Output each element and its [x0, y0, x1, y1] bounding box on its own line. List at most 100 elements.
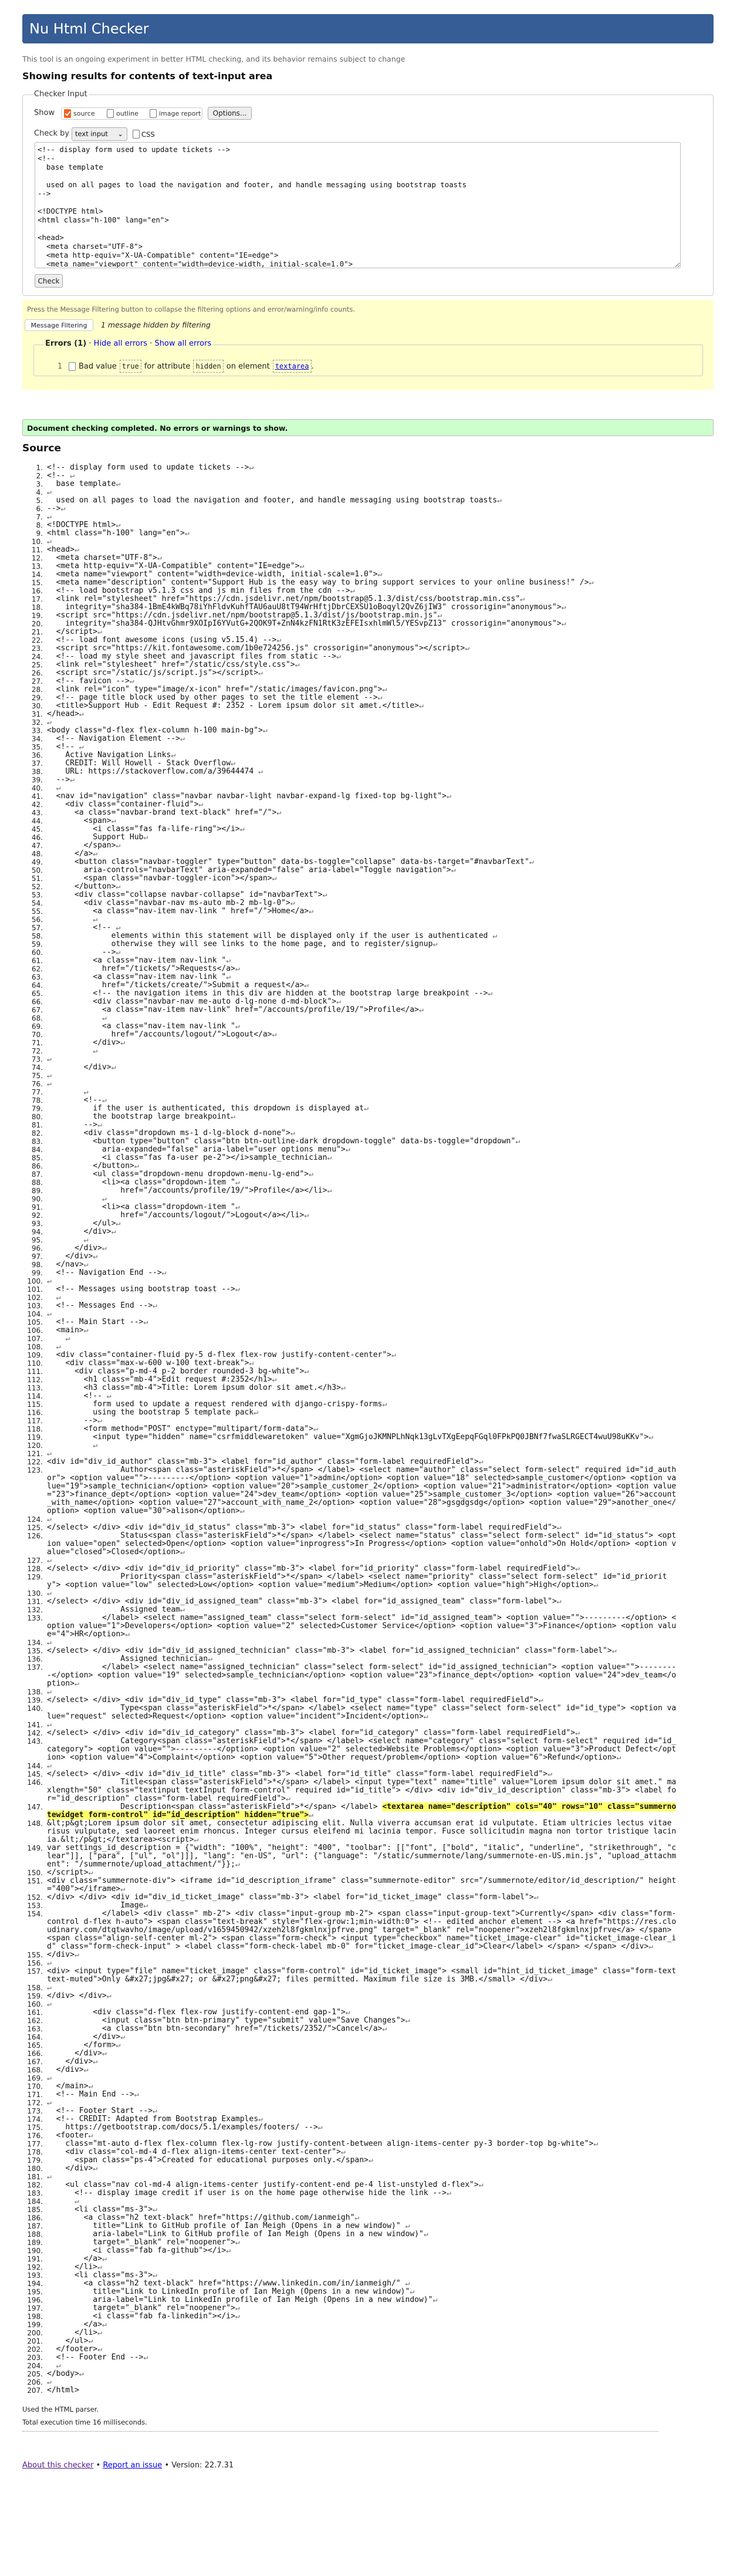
line-number: 123. — [27, 1466, 43, 1474]
message-filtering-button[interactable]: Message Filtering — [25, 319, 93, 331]
source-line: 119. <input type="hidden" name="csrfmidd… — [0, 1433, 681, 1442]
image-report-checkbox[interactable] — [150, 109, 157, 118]
source-line: 160. — [0, 2000, 681, 2008]
line-number: 63. — [31, 973, 43, 981]
line-code: </script> — [47, 1869, 681, 1877]
line-number: 26. — [31, 669, 43, 677]
line-number: 108. — [27, 1343, 43, 1351]
check-by-select[interactable]: text input ⌄ — [72, 127, 127, 141]
hide-all-errors-link[interactable]: Hide all errors — [94, 339, 147, 348]
line-code: <!-- display form used to update tickets… — [47, 464, 681, 472]
line-number: 174. — [27, 2115, 43, 2123]
line-number: 198. — [27, 2312, 43, 2321]
source-line: 158. — [0, 1984, 681, 1992]
source-line: 77. — [0, 1088, 681, 1096]
source-line: 118. <form method="POST" enctype="multip… — [0, 1425, 681, 1434]
line-number: 202. — [27, 2345, 43, 2354]
source-line: 102. — [0, 1294, 681, 1302]
show-outline-option[interactable]: outline — [107, 109, 138, 118]
line-number: 14. — [31, 570, 43, 579]
line-number: 146. — [27, 1778, 43, 1787]
line-number: 81. — [31, 1121, 43, 1129]
check-button[interactable]: Check — [35, 274, 63, 288]
line-code — [47, 513, 681, 521]
line-code: <li><a class="dropdown-item " — [47, 1203, 681, 1211]
outline-checkbox[interactable] — [107, 109, 114, 118]
line-code: </div> </div> — [47, 1992, 681, 2000]
error-toggle-checkbox[interactable] — [69, 362, 76, 371]
source-line: 111. <div class="p-md-4 p-2 border round… — [0, 1368, 681, 1376]
source-line: 152. </div> </div> <div id="div_id_ticket… — [0, 1893, 681, 1902]
source-line: 97. </div> — [0, 1252, 681, 1261]
source-textarea[interactable] — [35, 142, 681, 268]
line-number: 86. — [31, 1162, 43, 1170]
source-line: 81. --> — [0, 1121, 681, 1130]
line-number: 126. — [27, 1532, 43, 1540]
line-code: integrity="sha384-1BmE4kWBq78iYhFldvKuhf… — [47, 603, 681, 612]
line-number: 57. — [31, 924, 43, 932]
line-code: using the bootstrap 5 template pack — [47, 1409, 681, 1417]
source-line: 121. — [0, 1450, 681, 1458]
textarea-element-link[interactable]: textarea — [275, 362, 309, 370]
source-line: 116. using the bootstrap 5 template pack — [0, 1409, 681, 1417]
line-code: <html class="h-100" lang="en"> — [47, 529, 681, 538]
source-line: 61. <a class="nav-item nav-link " — [0, 957, 681, 965]
line-code — [47, 1055, 681, 1064]
line-number: 179. — [27, 2156, 43, 2165]
line-code — [47, 2099, 681, 2107]
filtering-hint: Press the Message Filtering button to co… — [27, 305, 356, 313]
line-number: 68. — [31, 1014, 43, 1022]
line-code: title="Link to GitHub profile of Ian Mei… — [47, 2222, 681, 2230]
line-number: 90. — [31, 1195, 43, 1203]
source-line: 189. target="_blank" rel="noopener"> — [0, 2239, 681, 2247]
options-button[interactable]: Options... — [208, 107, 252, 120]
line-number: 76. — [31, 1080, 43, 1088]
line-code: </span> — [47, 842, 681, 850]
line-code: </select> </div> <div id="div_id_type" c… — [47, 1696, 681, 1704]
css-option[interactable]: CSS — [133, 130, 155, 139]
line-number: 171. — [27, 2091, 43, 2099]
source-checkbox[interactable] — [64, 109, 71, 118]
line-number: 94. — [31, 1228, 43, 1236]
source-line: 79. if the user is authenticated, this d… — [0, 1105, 681, 1113]
line-code: <i class="fas fa-life-ring"></i> — [47, 825, 681, 833]
line-number: 69. — [31, 1022, 43, 1031]
line-number: 116. — [27, 1409, 43, 1417]
line-number: 125. — [27, 1524, 43, 1532]
line-code: <!-- Footer Start --> — [47, 2107, 681, 2115]
source-line: 162. <input class="btn btn-primary" type… — [0, 2017, 681, 2025]
line-number: 117. — [27, 1417, 43, 1425]
line-number: 127. — [27, 1557, 43, 1565]
about-checker-link[interactable]: About this checker — [22, 2461, 93, 2470]
line-number: 157. — [27, 1967, 43, 1976]
source-line: 190. <i class="fab fa-github"></i> — [0, 2247, 681, 2256]
show-all-errors-link[interactable]: Show all errors — [154, 339, 211, 348]
line-code: </select> </div> <div id="div_id_title" … — [47, 1770, 681, 1778]
show-source-option[interactable]: source — [64, 109, 95, 118]
line-code: </li> — [47, 2263, 681, 2271]
show-image-report-option[interactable]: image report — [150, 109, 201, 118]
line-code: https://getbootstrap.com/docs/5.1/exampl… — [47, 2123, 681, 2132]
line-code: <h3 class="mb-4">Title: Lorem ipsum dolo… — [47, 1384, 681, 1392]
line-number: 167. — [27, 2058, 43, 2066]
line-code — [47, 1762, 681, 1770]
line-code: <span class="ps-4">Created for education… — [47, 2156, 681, 2165]
line-number: 150. — [27, 1869, 43, 1877]
css-checkbox[interactable] — [133, 130, 140, 139]
report-issue-link[interactable]: Report an issue — [103, 2461, 162, 2470]
line-code: <button class="navbar-toggler" type="but… — [47, 858, 681, 866]
source-line: 88. <li><a class="dropdown-item " — [0, 1179, 681, 1187]
line-number: 20. — [31, 620, 43, 628]
line-code: <h1 class="mb-4">Edit request #:2352</h1… — [47, 1376, 681, 1384]
source-line: 200. </li> — [0, 2329, 681, 2338]
line-code: if the user is authenticated, this dropd… — [47, 1105, 681, 1113]
line-code: <!-- Navigation End --> — [47, 1269, 681, 1277]
line-code: <!DOCTYPE html> — [47, 521, 681, 529]
line-number: 114. — [27, 1392, 43, 1400]
line-code — [47, 1088, 681, 1096]
hidden-messages-note: 1 message hidden by filtering — [101, 320, 211, 329]
line-number: 93. — [31, 1220, 43, 1228]
line-number: 149. — [27, 1844, 43, 1852]
source-line: 76. — [0, 1080, 681, 1088]
line-code: <title>Support Hub - Edit Request #: 235… — [47, 702, 681, 710]
